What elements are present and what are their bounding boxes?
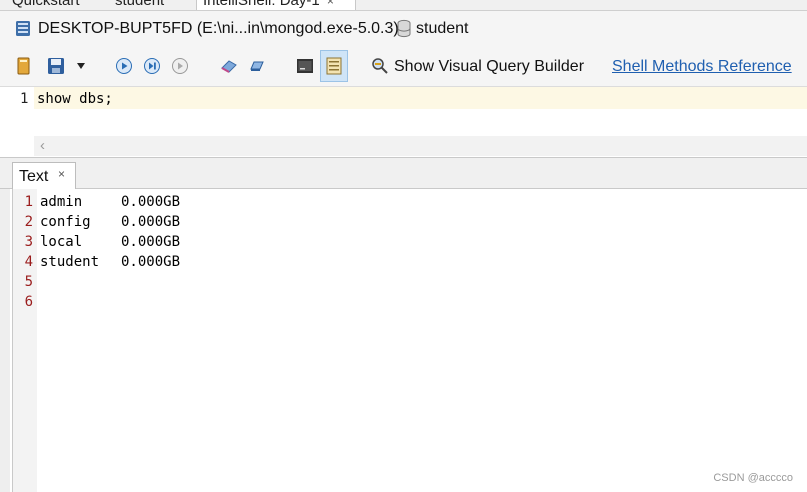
save-options-dropdown-icon[interactable] <box>71 56 91 76</box>
tab-label: Quickstart <box>12 0 80 9</box>
tab-strip: Quickstart student IntelliShell: Day-1 × <box>0 0 807 11</box>
output-line-number: 2 <box>24 214 33 230</box>
result-tab-close-icon[interactable]: × <box>58 167 65 181</box>
query-builder-icon[interactable] <box>370 56 390 76</box>
watermark: CSDN @acccco <box>713 472 793 484</box>
tab-quickstart[interactable]: Quickstart <box>12 0 80 10</box>
output-line-number: 4 <box>24 254 33 270</box>
output-line-number: 6 <box>24 294 33 310</box>
open-script-icon[interactable] <box>14 56 34 76</box>
db-name: local <box>40 234 83 250</box>
connection-bar: DESKTOP-BUPT5FD (E:\ni...in\mongod.exe-5… <box>0 11 807 46</box>
save-icon[interactable] <box>46 56 66 76</box>
server-icon <box>14 20 32 43</box>
result-tab-label: Text <box>19 168 49 185</box>
show-query-builder-button[interactable]: Show Visual Query Builder <box>394 57 584 77</box>
tab-label: student <box>115 0 165 9</box>
output-line-number: 1 <box>24 194 33 210</box>
result-tab-bar: Text × <box>0 158 807 189</box>
database-icon <box>396 19 412 44</box>
shell-methods-reference-link[interactable]: Shell Methods Reference <box>612 57 792 77</box>
editor-horizontal-scrollbar[interactable]: ‹ <box>34 136 807 156</box>
connection-icon[interactable] <box>247 56 267 76</box>
tab-label: IntelliShell: Day-1 <box>203 0 320 9</box>
editor-code-line[interactable]: show dbs; <box>37 89 113 109</box>
run-icon[interactable] <box>114 56 134 76</box>
db-size: 0.000GB <box>121 194 181 210</box>
console-icon[interactable] <box>295 56 315 76</box>
db-size: 0.000GB <box>121 254 181 270</box>
connection-name[interactable]: DESKTOP-BUPT5FD (E:\ni...in\mongod.exe-5… <box>38 19 399 39</box>
run-statement-icon[interactable] <box>142 56 162 76</box>
current-line-highlight <box>34 87 807 109</box>
db-name: admin <box>40 194 83 210</box>
tab-close-icon[interactable]: × <box>327 0 334 8</box>
tab-student[interactable]: student <box>115 0 164 10</box>
scroll-left-icon[interactable]: ‹ <box>40 137 45 154</box>
stop-icon[interactable] <box>170 56 190 76</box>
db-size: 0.000GB <box>121 214 181 230</box>
editor-line-number: 1 <box>20 91 29 107</box>
shell-toolbar: Show Visual Query Builder Shell Methods … <box>0 46 807 87</box>
output-line-number: 5 <box>24 274 33 290</box>
text-output-panel[interactable]: 1 admin 0.000GB 2 config 0.000GB 3 local… <box>12 189 807 492</box>
db-name: config <box>40 214 91 230</box>
toggle-output-icon[interactable] <box>320 50 348 82</box>
clear-icon[interactable] <box>219 56 239 76</box>
tab-intellishell[interactable]: IntelliShell: Day-1 × <box>196 0 356 10</box>
tab-text-result[interactable]: Text × <box>12 162 76 189</box>
output-line-number: 3 <box>24 234 33 250</box>
database-name[interactable]: student <box>416 19 468 39</box>
db-size: 0.000GB <box>121 234 181 250</box>
db-name: student <box>40 254 100 270</box>
